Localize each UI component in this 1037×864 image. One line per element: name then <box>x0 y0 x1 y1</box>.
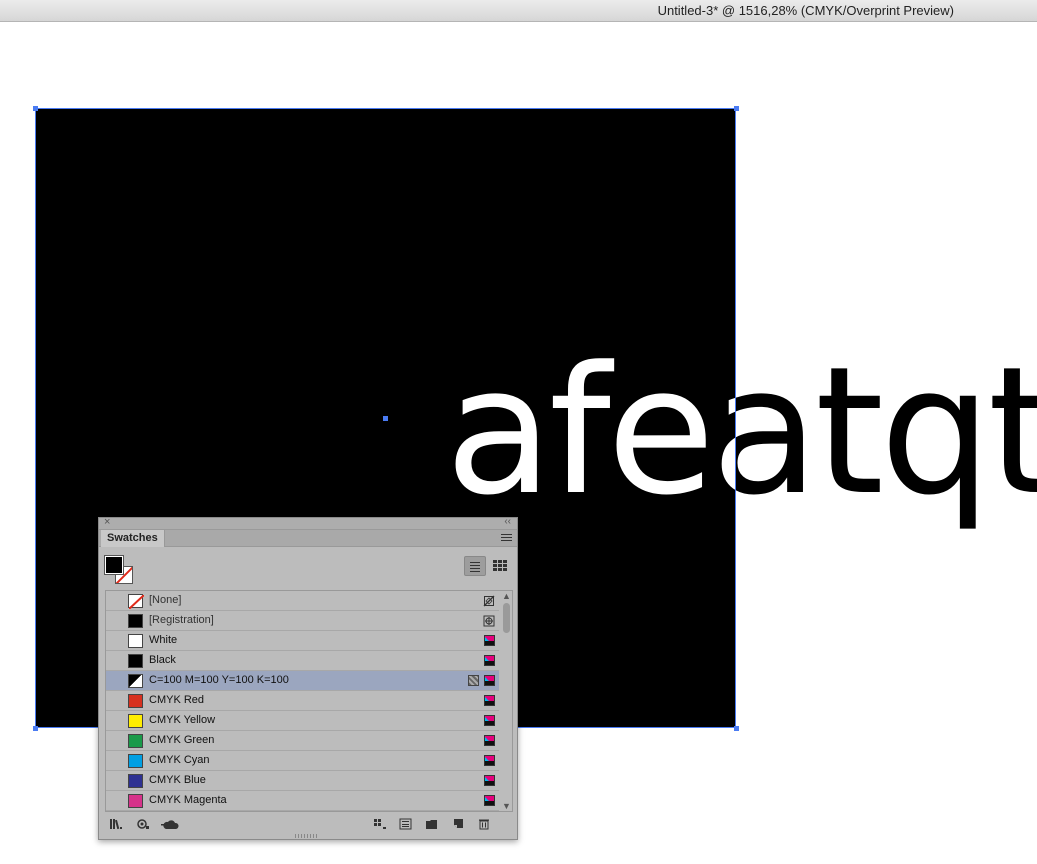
swatch-name: [None] <box>149 594 182 606</box>
swatch-row[interactable]: [Registration] <box>106 611 499 631</box>
show-kinds-icon[interactable] <box>136 818 150 830</box>
cmyk-mode-icon <box>484 755 495 766</box>
scrollbar[interactable]: ▲ ▼ <box>501 591 512 811</box>
swatch-name: [Registration] <box>149 614 214 626</box>
swatch-row[interactable]: [None] <box>106 591 499 611</box>
fill-swatch[interactable] <box>104 555 124 575</box>
swatch-name: CMYK Blue <box>149 774 206 786</box>
show-options-icon[interactable] <box>373 818 387 830</box>
swatch-chip <box>128 754 143 768</box>
swatch-chip <box>128 634 143 648</box>
close-icon[interactable]: × <box>104 516 110 528</box>
swatch-row[interactable]: CMYK Cyan <box>106 751 499 771</box>
scroll-up-icon[interactable]: ▲ <box>502 591 511 601</box>
registration-icon <box>483 614 495 627</box>
swatch-options-icon[interactable] <box>399 818 413 830</box>
new-group-icon[interactable] <box>425 818 439 830</box>
tab-swatches[interactable]: Swatches <box>101 530 165 547</box>
center-point <box>383 416 388 421</box>
swatch-chip <box>128 774 143 788</box>
cmyk-mode-icon <box>484 775 495 786</box>
swatch-chip <box>128 674 143 688</box>
swatches-panel: × ‹‹ Swatches [None] [Registration] White B… <box>98 516 518 840</box>
scroll-down-icon[interactable]: ▼ <box>502 801 511 811</box>
swatch-chip <box>128 614 143 628</box>
swatch-row[interactable]: Black <box>106 651 499 671</box>
swatch-row[interactable]: CMYK Magenta <box>106 791 499 811</box>
swatch-row[interactable]: White <box>106 631 499 651</box>
no-edit-icon <box>483 594 495 607</box>
delete-icon[interactable] <box>477 818 491 830</box>
swatch-chip <box>128 654 143 668</box>
libraries-icon[interactable] <box>109 818 123 830</box>
cmyk-mode-icon <box>484 695 495 706</box>
resize-grip[interactable] <box>295 834 319 838</box>
swatch-chip <box>128 594 145 610</box>
global-swatch-icon <box>468 675 479 686</box>
swatch-chip <box>128 714 143 728</box>
swatch-name: CMYK Green <box>149 734 215 746</box>
resize-handle-top-left[interactable] <box>33 106 38 111</box>
swatch-chip <box>128 694 143 708</box>
grid-view-button[interactable] <box>489 556 511 576</box>
swatch-name: Black <box>149 654 176 666</box>
cmyk-mode-icon <box>484 635 495 646</box>
swatch-row[interactable]: CMYK Blue <box>106 771 499 791</box>
collapse-icon[interactable]: ‹‹ <box>504 516 511 527</box>
cmyk-mode-icon <box>484 655 495 666</box>
swatch-name: CMYK Magenta <box>149 794 227 806</box>
swatch-row[interactable]: CMYK Red <box>106 691 499 711</box>
swatch-chip <box>128 794 143 808</box>
cmyk-mode-icon <box>484 735 495 746</box>
scroll-thumb[interactable] <box>503 603 510 633</box>
swatch-chip <box>128 734 143 748</box>
swatch-name: CMYK Yellow <box>149 714 216 726</box>
cmyk-mode-icon <box>484 675 495 686</box>
swatch-row[interactable]: C=100 M=100 Y=100 K=100 <box>106 671 499 691</box>
swatch-name: White <box>149 634 178 646</box>
swatch-name: C=100 M=100 Y=100 K=100 <box>149 674 289 686</box>
text-frame-black[interactable]: afeatqt <box>736 344 1037 520</box>
resize-handle-bottom-left[interactable] <box>33 726 38 731</box>
swatch-row[interactable]: CMYK Yellow <box>106 711 499 731</box>
list-view-button[interactable] <box>464 556 486 576</box>
title-bar: Untitled-3* @ 1516,28% (CMYK/Overprint P… <box>0 0 1037 22</box>
cmyk-mode-icon <box>484 715 495 726</box>
resize-handle-top-right[interactable] <box>734 106 739 111</box>
swatch-row[interactable]: CMYK Green <box>106 731 499 751</box>
panel-title-bar[interactable]: × ‹‹ <box>99 516 517 530</box>
cloud-icon[interactable] <box>161 818 179 830</box>
panel-menu-icon[interactable] <box>501 534 512 543</box>
swatch-name: CMYK Red <box>149 694 205 706</box>
fill-stroke-selector[interactable] <box>104 555 135 584</box>
panel-bottom-toolbar <box>99 814 517 836</box>
cmyk-mode-icon <box>484 795 495 806</box>
document-title: Untitled-3* @ 1516,28% (CMYK/Overprint P… <box>657 3 954 18</box>
swatch-list[interactable]: [None] [Registration] White Black C=100 M=10… <box>105 590 513 812</box>
resize-handle-bottom-right[interactable] <box>734 726 739 731</box>
text-on-white-region: afeatqt <box>736 23 1037 864</box>
swatch-name: CMYK Cyan <box>149 754 210 766</box>
new-swatch-icon[interactable] <box>451 818 465 830</box>
